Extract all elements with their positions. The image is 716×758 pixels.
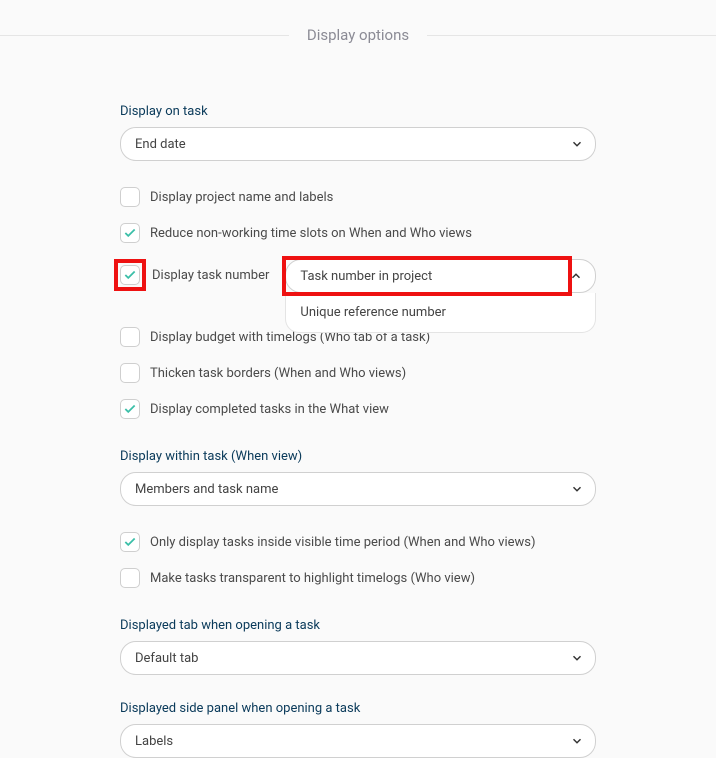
project-name-label: Display project name and labels <box>150 190 333 205</box>
transparent-timelogs-label: Make tasks transparent to highlight time… <box>150 571 475 586</box>
display-task-number-label: Display task number <box>152 268 269 283</box>
transparent-timelogs-checkbox[interactable] <box>120 568 140 588</box>
display-within-value: Members and task name <box>135 482 278 497</box>
thicken-borders-checkbox[interactable] <box>120 363 140 383</box>
displayed-panel-select[interactable]: Labels <box>120 724 596 758</box>
task-number-select-value: Task number in project <box>300 269 432 284</box>
section-header: Display options <box>0 26 716 44</box>
displayed-panel-value: Labels <box>135 734 173 749</box>
budget-timelogs-checkbox[interactable] <box>120 327 140 347</box>
reduce-nonworking-label: Reduce non-working time slots on When an… <box>150 226 472 241</box>
displayed-tab-value: Default tab <box>135 651 198 666</box>
completed-what-checkbox[interactable] <box>120 399 140 419</box>
project-name-checkbox[interactable] <box>120 187 140 207</box>
only-visible-period-checkbox[interactable] <box>120 532 140 552</box>
thicken-borders-label: Thicken task borders (When and Who views… <box>150 366 406 381</box>
completed-what-label: Display completed tasks in the What view <box>150 402 389 417</box>
task-number-dropdown-panel: Unique reference number <box>285 293 596 333</box>
divider-left <box>0 35 289 36</box>
display-on-task-value: End date <box>135 137 186 152</box>
only-visible-period-label: Only display tasks inside visible time p… <box>150 535 536 550</box>
chevron-up-icon <box>569 269 583 283</box>
display-within-select[interactable]: Members and task name <box>120 472 596 506</box>
displayed-panel-label: Displayed side panel when opening a task <box>120 701 596 716</box>
displayed-tab-label: Displayed tab when opening a task <box>120 618 596 633</box>
task-number-option-unique[interactable]: Unique reference number <box>286 299 595 326</box>
display-on-task-select[interactable]: End date <box>120 127 596 161</box>
highlight-checkbox-box <box>114 259 146 291</box>
display-task-number-checkbox[interactable] <box>120 265 140 285</box>
displayed-tab-select[interactable]: Default tab <box>120 641 596 675</box>
section-title: Display options <box>289 26 427 44</box>
divider-right <box>427 35 716 36</box>
reduce-nonworking-checkbox[interactable] <box>120 223 140 243</box>
display-on-task-label: Display on task <box>120 104 596 119</box>
task-number-select[interactable]: Task number in project <box>285 259 596 293</box>
display-within-label: Display within task (When view) <box>120 449 596 464</box>
form-area: Display on task End date Display project… <box>0 44 716 758</box>
